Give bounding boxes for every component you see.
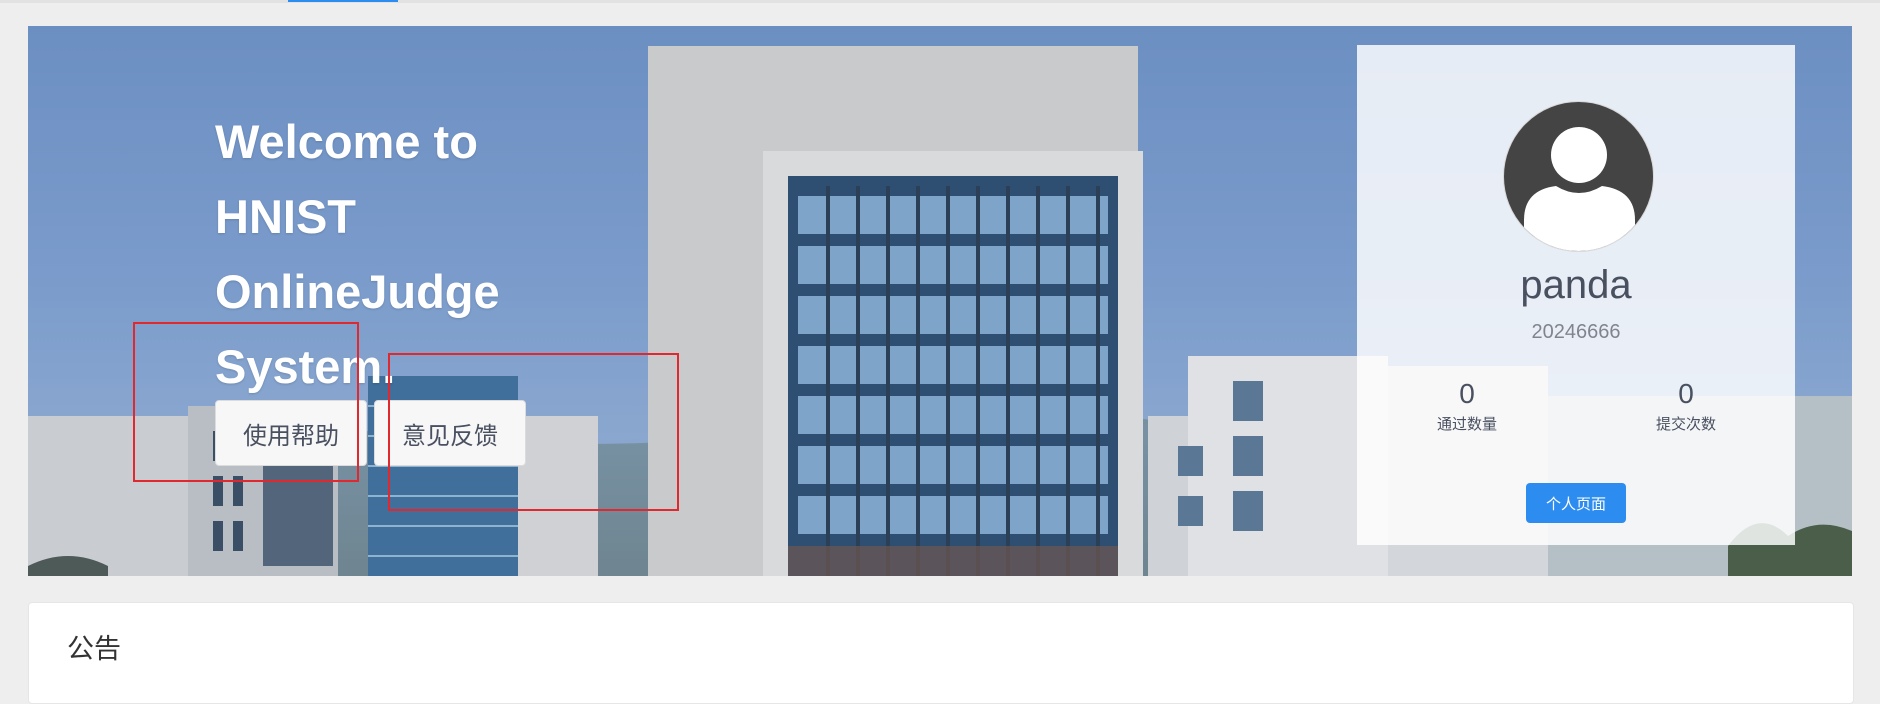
profile-card: panda 20246666 0 通过数量 0 提交次数 个人页面 — [1357, 45, 1795, 545]
announcement-title: 公告 — [67, 634, 121, 665]
passed-count: 0 — [1459, 378, 1475, 409]
top-nav-strip — [0, 0, 1880, 3]
submit-count: 0 — [1678, 378, 1694, 409]
annotation-box — [133, 322, 359, 482]
welcome-line: HNIST — [215, 190, 356, 243]
announcement-panel: 公告 — [28, 602, 1854, 704]
submit-stat: 0 提交次数 — [1616, 377, 1756, 434]
profile-page-button[interactable]: 个人页面 — [1526, 483, 1626, 523]
welcome-line: Welcome to — [215, 115, 478, 168]
user-silhouette-icon — [1524, 127, 1635, 251]
annotation-box — [388, 353, 679, 511]
passed-stat: 0 通过数量 — [1397, 377, 1537, 434]
active-tab-indicator — [288, 0, 398, 2]
user-id: 20246666 — [1531, 321, 1621, 343]
submit-label: 提交次数 — [1655, 415, 1716, 433]
welcome-line: OnlineJudge — [215, 265, 500, 318]
home-banner: Welcome to HNIST OnlineJudge System. 使用帮… — [28, 26, 1852, 576]
username: panda — [1520, 263, 1632, 307]
passed-label: 通过数量 — [1436, 415, 1497, 433]
avatar — [1503, 101, 1654, 252]
